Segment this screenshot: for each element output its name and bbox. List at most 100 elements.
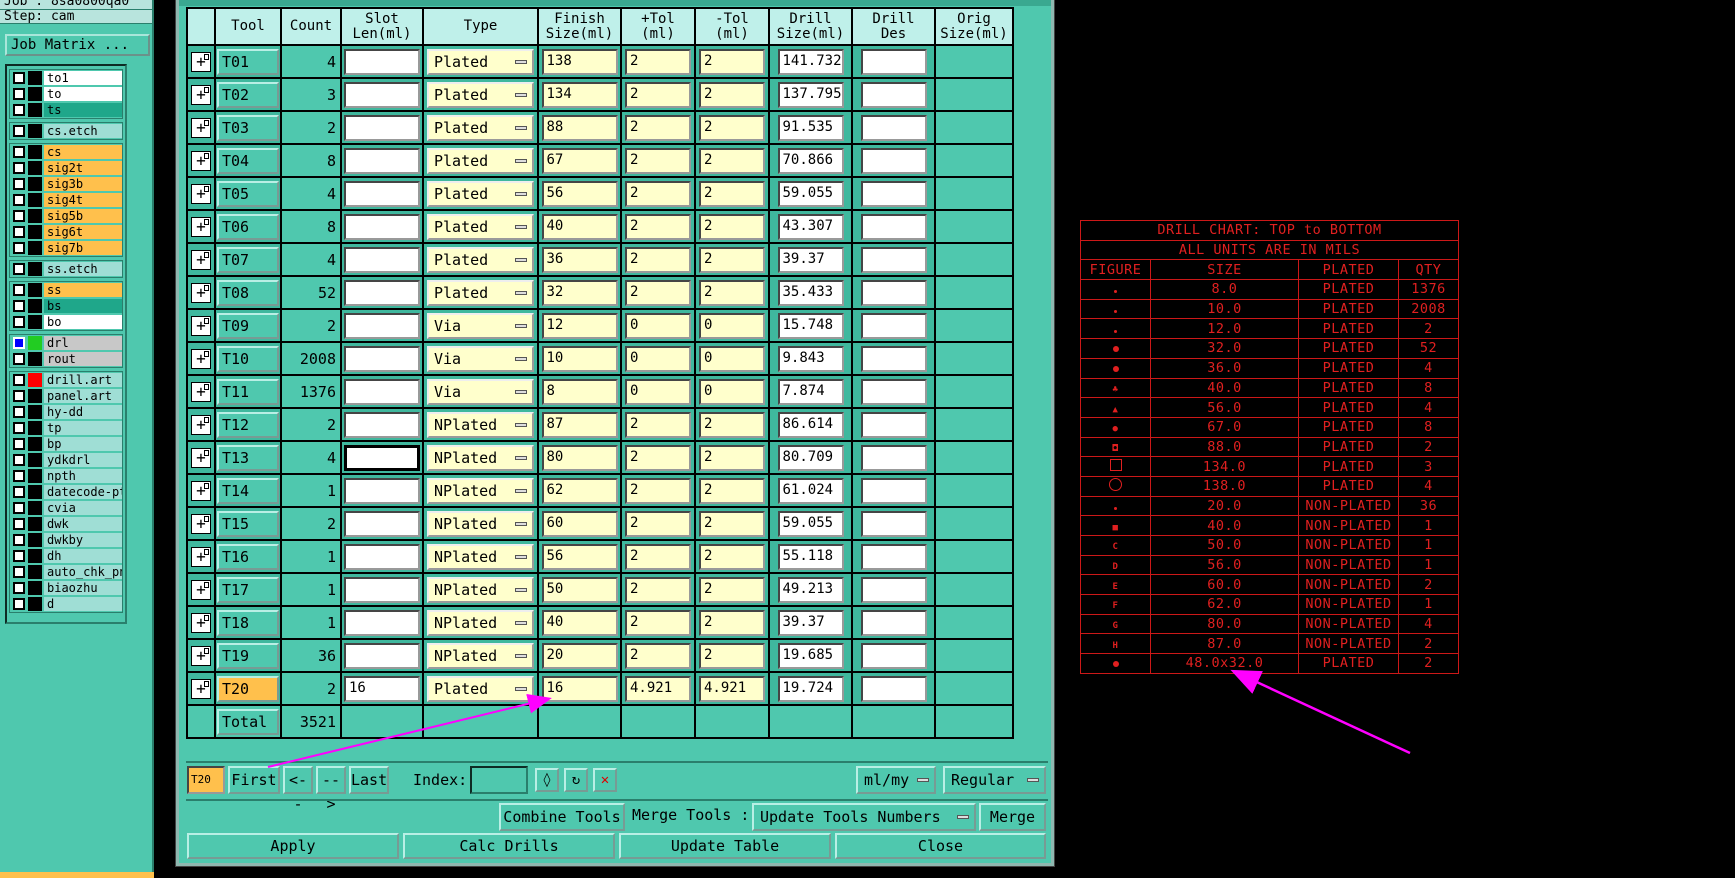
slot-len-input[interactable]: 16 — [344, 675, 420, 702]
drill-des-input[interactable] — [860, 675, 927, 702]
tool-button[interactable]: T07 — [217, 246, 279, 273]
layer-row[interactable]: drl — [10, 335, 122, 351]
tool-button[interactable]: T20 — [217, 675, 279, 702]
refresh-icon[interactable]: ↻ — [564, 768, 588, 792]
tool-button[interactable]: T12 — [217, 411, 279, 438]
type-select[interactable]: NPlated — [427, 477, 534, 504]
plus-tol-input[interactable]: 0 — [625, 312, 691, 339]
layer-name[interactable]: npth — [44, 469, 122, 483]
slot-len-input[interactable] — [344, 543, 420, 570]
plus-tol-input[interactable]: 2 — [625, 444, 691, 471]
layer-name[interactable]: d — [44, 597, 122, 611]
minus-tol-input[interactable]: 2 — [699, 576, 765, 603]
type-select[interactable]: Plated — [427, 180, 534, 207]
type-select[interactable]: Plated — [427, 213, 534, 240]
first-button[interactable]: First — [228, 766, 280, 794]
mode-select[interactable]: Regular — [943, 766, 1046, 794]
type-select[interactable]: Plated — [427, 81, 534, 108]
tool-button[interactable]: T08 — [217, 279, 279, 306]
layer-checkbox[interactable] — [13, 125, 25, 137]
tool-button[interactable]: T01 — [217, 48, 279, 75]
layer-row[interactable]: sig2t — [10, 160, 122, 176]
layer-name[interactable]: ss.etch — [44, 262, 122, 276]
layer-checkbox[interactable] — [13, 300, 25, 312]
apply-button[interactable]: Apply — [187, 833, 399, 859]
expand-icon[interactable]: + — [191, 150, 211, 171]
layer-name[interactable]: dh — [44, 549, 122, 563]
layer-checkbox[interactable] — [13, 88, 25, 100]
bulb-icon[interactable]: ◊ — [535, 768, 559, 792]
slot-len-input[interactable] — [344, 642, 420, 669]
type-select[interactable]: NPlated — [427, 576, 534, 603]
drill-size-input[interactable]: 9.843 — [777, 345, 844, 372]
plus-tol-input[interactable]: 2 — [625, 510, 691, 537]
layer-name[interactable]: ts — [44, 103, 122, 117]
tool-button[interactable]: T10 — [217, 345, 279, 372]
layer-name[interactable]: cs.etch — [44, 124, 122, 138]
slot-len-input[interactable] — [344, 114, 420, 141]
slot-len-input[interactable] — [344, 81, 420, 108]
layer-checkbox[interactable] — [13, 406, 25, 418]
plus-tol-input[interactable]: 0 — [625, 345, 691, 372]
layer-checkbox[interactable] — [13, 502, 25, 514]
type-select[interactable]: NPlated — [427, 642, 534, 669]
finish-size-input[interactable]: 40 — [541, 609, 618, 636]
minus-tol-input[interactable]: 0 — [699, 312, 765, 339]
slot-len-input[interactable] — [344, 147, 420, 174]
layer-name[interactable]: bs — [44, 299, 122, 313]
finish-size-input[interactable]: 36 — [541, 246, 618, 273]
layer-name[interactable]: sig2t — [44, 161, 122, 175]
minus-tol-input[interactable]: 2 — [699, 180, 765, 207]
minus-tol-input[interactable]: 0 — [699, 345, 765, 372]
combine-tools-button[interactable]: Combine Tools — [499, 803, 625, 831]
layer-row[interactable]: cs.etch — [10, 123, 122, 139]
drill-size-input[interactable]: 39.37 — [777, 609, 844, 636]
finish-size-input[interactable]: 134 — [541, 81, 618, 108]
type-select[interactable]: NPlated — [427, 609, 534, 636]
drill-des-input[interactable] — [860, 48, 927, 75]
type-select[interactable]: NPlated — [427, 543, 534, 570]
type-select[interactable]: NPlated — [427, 411, 534, 438]
layer-checkbox[interactable] — [13, 146, 25, 158]
type-select[interactable]: Plated — [427, 675, 534, 702]
minus-tol-input[interactable]: 2 — [699, 510, 765, 537]
slot-len-input[interactable] — [344, 477, 420, 504]
layer-row[interactable]: to — [10, 86, 122, 102]
layer-name[interactable]: cvia — [44, 501, 122, 515]
drill-size-input[interactable]: 7.874 — [777, 378, 844, 405]
layer-checkbox[interactable] — [13, 284, 25, 296]
type-select[interactable]: Via — [427, 312, 534, 339]
drill-size-input[interactable]: 15.748 — [777, 312, 844, 339]
expand-icon[interactable]: + — [191, 183, 211, 204]
drill-size-input[interactable]: 137.795 — [777, 81, 844, 108]
plus-tol-input[interactable]: 2 — [625, 411, 691, 438]
layer-row[interactable]: biaozhu — [10, 580, 122, 596]
drill-size-input[interactable]: 43.307 — [777, 213, 844, 240]
minus-tol-input[interactable]: 0 — [699, 378, 765, 405]
layer-row[interactable]: rout — [10, 351, 122, 367]
layer-checkbox[interactable] — [13, 550, 25, 562]
prev-button[interactable]: <-- — [283, 766, 313, 813]
slot-len-input[interactable] — [344, 444, 420, 471]
plus-tol-input[interactable]: 4.921 — [625, 675, 691, 702]
finish-size-input[interactable]: 138 — [541, 48, 618, 75]
drill-size-input[interactable]: 70.866 — [777, 147, 844, 174]
finish-size-input[interactable]: 62 — [541, 477, 618, 504]
plus-tol-input[interactable]: 2 — [625, 609, 691, 636]
clear-icon[interactable]: ✕ — [593, 768, 617, 792]
layer-checkbox[interactable] — [13, 470, 25, 482]
finish-size-input[interactable]: 20 — [541, 642, 618, 669]
minus-tol-input[interactable]: 2 — [699, 213, 765, 240]
plus-tol-input[interactable]: 0 — [625, 378, 691, 405]
layer-name[interactable]: drill.art — [44, 373, 122, 387]
expand-icon[interactable]: + — [191, 414, 211, 435]
slot-len-input[interactable] — [344, 312, 420, 339]
drill-size-input[interactable]: 59.055 — [777, 180, 844, 207]
finish-size-input[interactable]: 16 — [541, 675, 618, 702]
layer-name[interactable]: tp — [44, 421, 122, 435]
minus-tol-input[interactable]: 2 — [699, 444, 765, 471]
layer-checkbox[interactable] — [13, 104, 25, 116]
drill-des-input[interactable] — [860, 510, 927, 537]
tool-button[interactable]: T19 — [217, 642, 279, 669]
type-select[interactable]: Plated — [427, 147, 534, 174]
